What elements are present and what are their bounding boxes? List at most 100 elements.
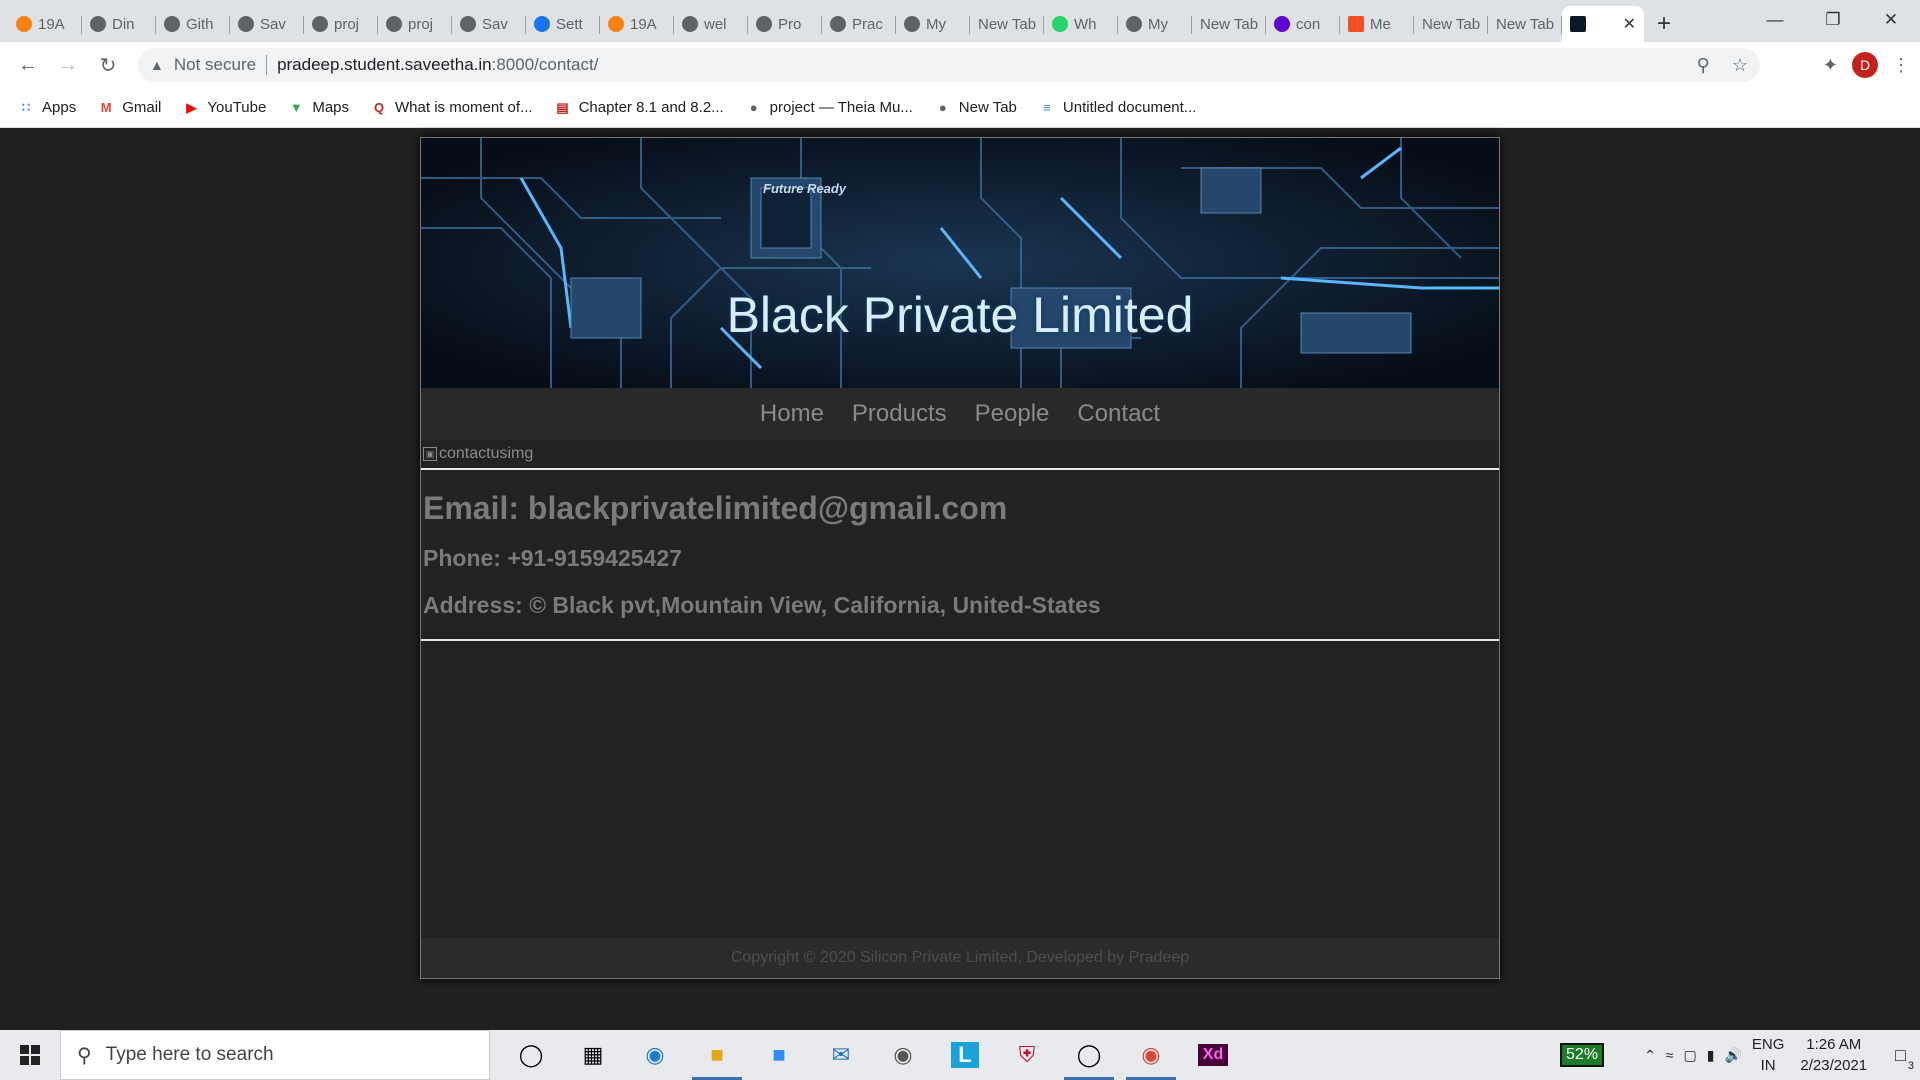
address-bar[interactable]: ▲ Not secure pradeep.student.saveetha.in… <box>138 48 1760 82</box>
tab-label: Sett <box>556 15 583 33</box>
browser-tab[interactable]: New Tab <box>1414 6 1488 42</box>
zoom-app-icon[interactable]: ■ <box>748 1030 810 1080</box>
bookmark-item[interactable]: ▼ Maps <box>288 99 349 116</box>
browser-tab[interactable]: Pro <box>748 6 822 42</box>
browser-tab[interactable]: Prac <box>822 6 896 42</box>
nav-link-contact[interactable]: Contact <box>1077 400 1160 428</box>
restore-icon[interactable]: ❐ <box>1804 0 1862 40</box>
browser-tab[interactable]: Sav <box>452 6 526 42</box>
menu-kebab-icon[interactable]: ⋮ <box>1892 55 1910 76</box>
browser-tab[interactable]: Me <box>1340 6 1414 42</box>
browser-tab[interactable]: Sav <box>230 6 304 42</box>
nav-link-people[interactable]: People <box>975 400 1050 428</box>
bookmark-item[interactable]: ● New Tab <box>935 99 1017 116</box>
close-window-icon[interactable]: ✕ <box>1862 0 1920 40</box>
browser-tab[interactable]: Gith <box>156 6 230 42</box>
profile-avatar[interactable]: D <box>1852 52 1878 78</box>
bookmark-label: Maps <box>312 99 350 116</box>
adobe-xd-icon[interactable]: Xd <box>1182 1030 1244 1080</box>
site-container: Future Ready Black Private Limited Home P… <box>420 137 1500 979</box>
mail-icon[interactable]: ✉ <box>810 1030 872 1080</box>
browser-tab[interactable]: Sett <box>526 6 600 42</box>
volume-icon[interactable]: 🔊 <box>1724 1047 1741 1064</box>
omnibox-divider <box>266 55 268 75</box>
battery-percent[interactable]: 52% <box>1560 1043 1605 1067</box>
browser-tab[interactable]: proj <box>304 6 378 42</box>
apps-grid-icon: ∷ <box>21 99 31 115</box>
l-app-icon[interactable]: L <box>934 1030 996 1080</box>
bookmark-item[interactable]: ▶ YouTube <box>183 99 266 116</box>
nav-link-products[interactable]: Products <box>852 400 947 428</box>
forward-arrow-icon[interactable]: → <box>48 45 88 85</box>
active-tab[interactable]: ✕ <box>1562 6 1644 42</box>
xbox-icon[interactable]: ◯ <box>1058 1030 1120 1080</box>
browser-tab[interactable]: 19A <box>8 6 82 42</box>
browser-tab[interactable]: New Tab <box>970 6 1044 42</box>
browser-tab[interactable]: New Tab <box>1488 6 1562 42</box>
microsoft-icon <box>1348 16 1364 32</box>
language-indicator[interactable]: ENG IN <box>1752 1034 1785 1076</box>
meet-icon[interactable]: ▢ <box>1683 1047 1696 1064</box>
bookmark-item[interactable]: ▤ Chapter 8.1 and 8.2... <box>555 99 723 116</box>
windows-start-icon[interactable] <box>0 1030 60 1080</box>
file-explorer-icon[interactable]: ■ <box>686 1030 748 1080</box>
mcafee-icon[interactable]: ⛨ <box>996 1030 1058 1080</box>
contact-email: Email: blackprivatelimited@gmail.com <box>423 490 1008 526</box>
browser-tab[interactable]: New Tab <box>1192 6 1266 42</box>
cortana-icon[interactable]: ◯ <box>500 1030 562 1080</box>
contact-info: Email: blackprivatelimited@gmail.com Pho… <box>421 470 1499 639</box>
site-nav: Home Products People Contact <box>421 388 1499 440</box>
browser-tab[interactable]: My <box>1118 6 1192 42</box>
extensions-puzzle-icon[interactable]: ✦ <box>1823 55 1838 76</box>
tab-label: con <box>1296 15 1321 33</box>
tab-label: Pro <box>778 15 802 33</box>
browser-tab[interactable]: My <box>896 6 970 42</box>
bookmark-item[interactable]: ● project — Theia Mu... <box>746 99 913 116</box>
reload-icon[interactable]: ↻ <box>88 45 128 85</box>
battery-icon[interactable]: ▮ <box>1707 1047 1715 1064</box>
bookmarks-bar: ∷ Apps M Gmail ▶ YouTube ▼ Maps Q What is moment … <box>0 88 1920 128</box>
globe-icon: ● <box>938 100 947 115</box>
network-icon[interactable]: ≈ <box>1666 1047 1674 1063</box>
browser-tab[interactable]: Din <box>82 6 156 42</box>
security-label[interactable]: Not secure <box>174 55 256 75</box>
globe-icon: ● <box>749 100 758 115</box>
bookmark-item[interactable]: Q What is moment of... <box>371 99 533 116</box>
close-tab-icon[interactable]: ✕ <box>1623 14 1636 34</box>
globe-icon <box>460 16 476 32</box>
browser-tab[interactable]: Wh <box>1044 6 1118 42</box>
new-tab-button[interactable]: + <box>1644 6 1684 42</box>
browser-tab[interactable]: wel <box>674 6 748 42</box>
tab-label: My <box>1148 15 1168 33</box>
docs-icon: ≡ <box>1043 100 1051 115</box>
globe-icon <box>312 16 328 32</box>
youtube-icon: ▶ <box>186 99 197 115</box>
star-bookmark-icon[interactable]: ☆ <box>1732 55 1748 76</box>
taskbar-search-box[interactable]: ⚲ Type here to search <box>60 1030 490 1080</box>
github-icon <box>756 16 772 32</box>
clock[interactable]: 1:26 AM 2/23/2021 <box>1800 1034 1867 1076</box>
webpage-viewport: Future Ready Black Private Limited Home P… <box>0 128 1920 1030</box>
browser-tab[interactable]: con <box>1266 6 1340 42</box>
notification-center-icon[interactable]: □ 3 <box>1895 1045 1914 1072</box>
windows-taskbar: ⚲ Type here to search ◯ ▦ ◉ ■ ■ ✉ ◉ L ⛨ … <box>0 1030 1920 1080</box>
tab-label: 19A <box>630 15 657 33</box>
bookmark-item[interactable]: M Gmail <box>98 99 162 116</box>
camera-icon[interactable]: ◉ <box>872 1030 934 1080</box>
tab-label: Me <box>1370 15 1391 33</box>
broken-image: ▣ contactusimg <box>421 440 1499 468</box>
bookmark-label: YouTube <box>207 99 267 116</box>
browser-tab[interactable]: 19A <box>600 6 674 42</box>
nav-link-home[interactable]: Home <box>760 400 824 428</box>
chrome-icon[interactable]: ◉ <box>1120 1030 1182 1080</box>
task-view-icon[interactable]: ▦ <box>562 1030 624 1080</box>
minimize-icon[interactable]: — <box>1746 0 1804 40</box>
bookmark-item[interactable]: ∷ Apps <box>18 99 76 116</box>
browser-tab[interactable]: proj <box>378 6 452 42</box>
bookmark-item[interactable]: ≡ Untitled document... <box>1039 99 1196 116</box>
back-arrow-icon[interactable]: ← <box>8 45 48 85</box>
edge-icon[interactable]: ◉ <box>624 1030 686 1080</box>
tray-chevron-icon[interactable]: ⌃ <box>1644 1047 1656 1064</box>
broken-image-alt-text: contactusimg <box>439 445 534 462</box>
zoom-icon[interactable]: ⚲ <box>1697 55 1710 76</box>
